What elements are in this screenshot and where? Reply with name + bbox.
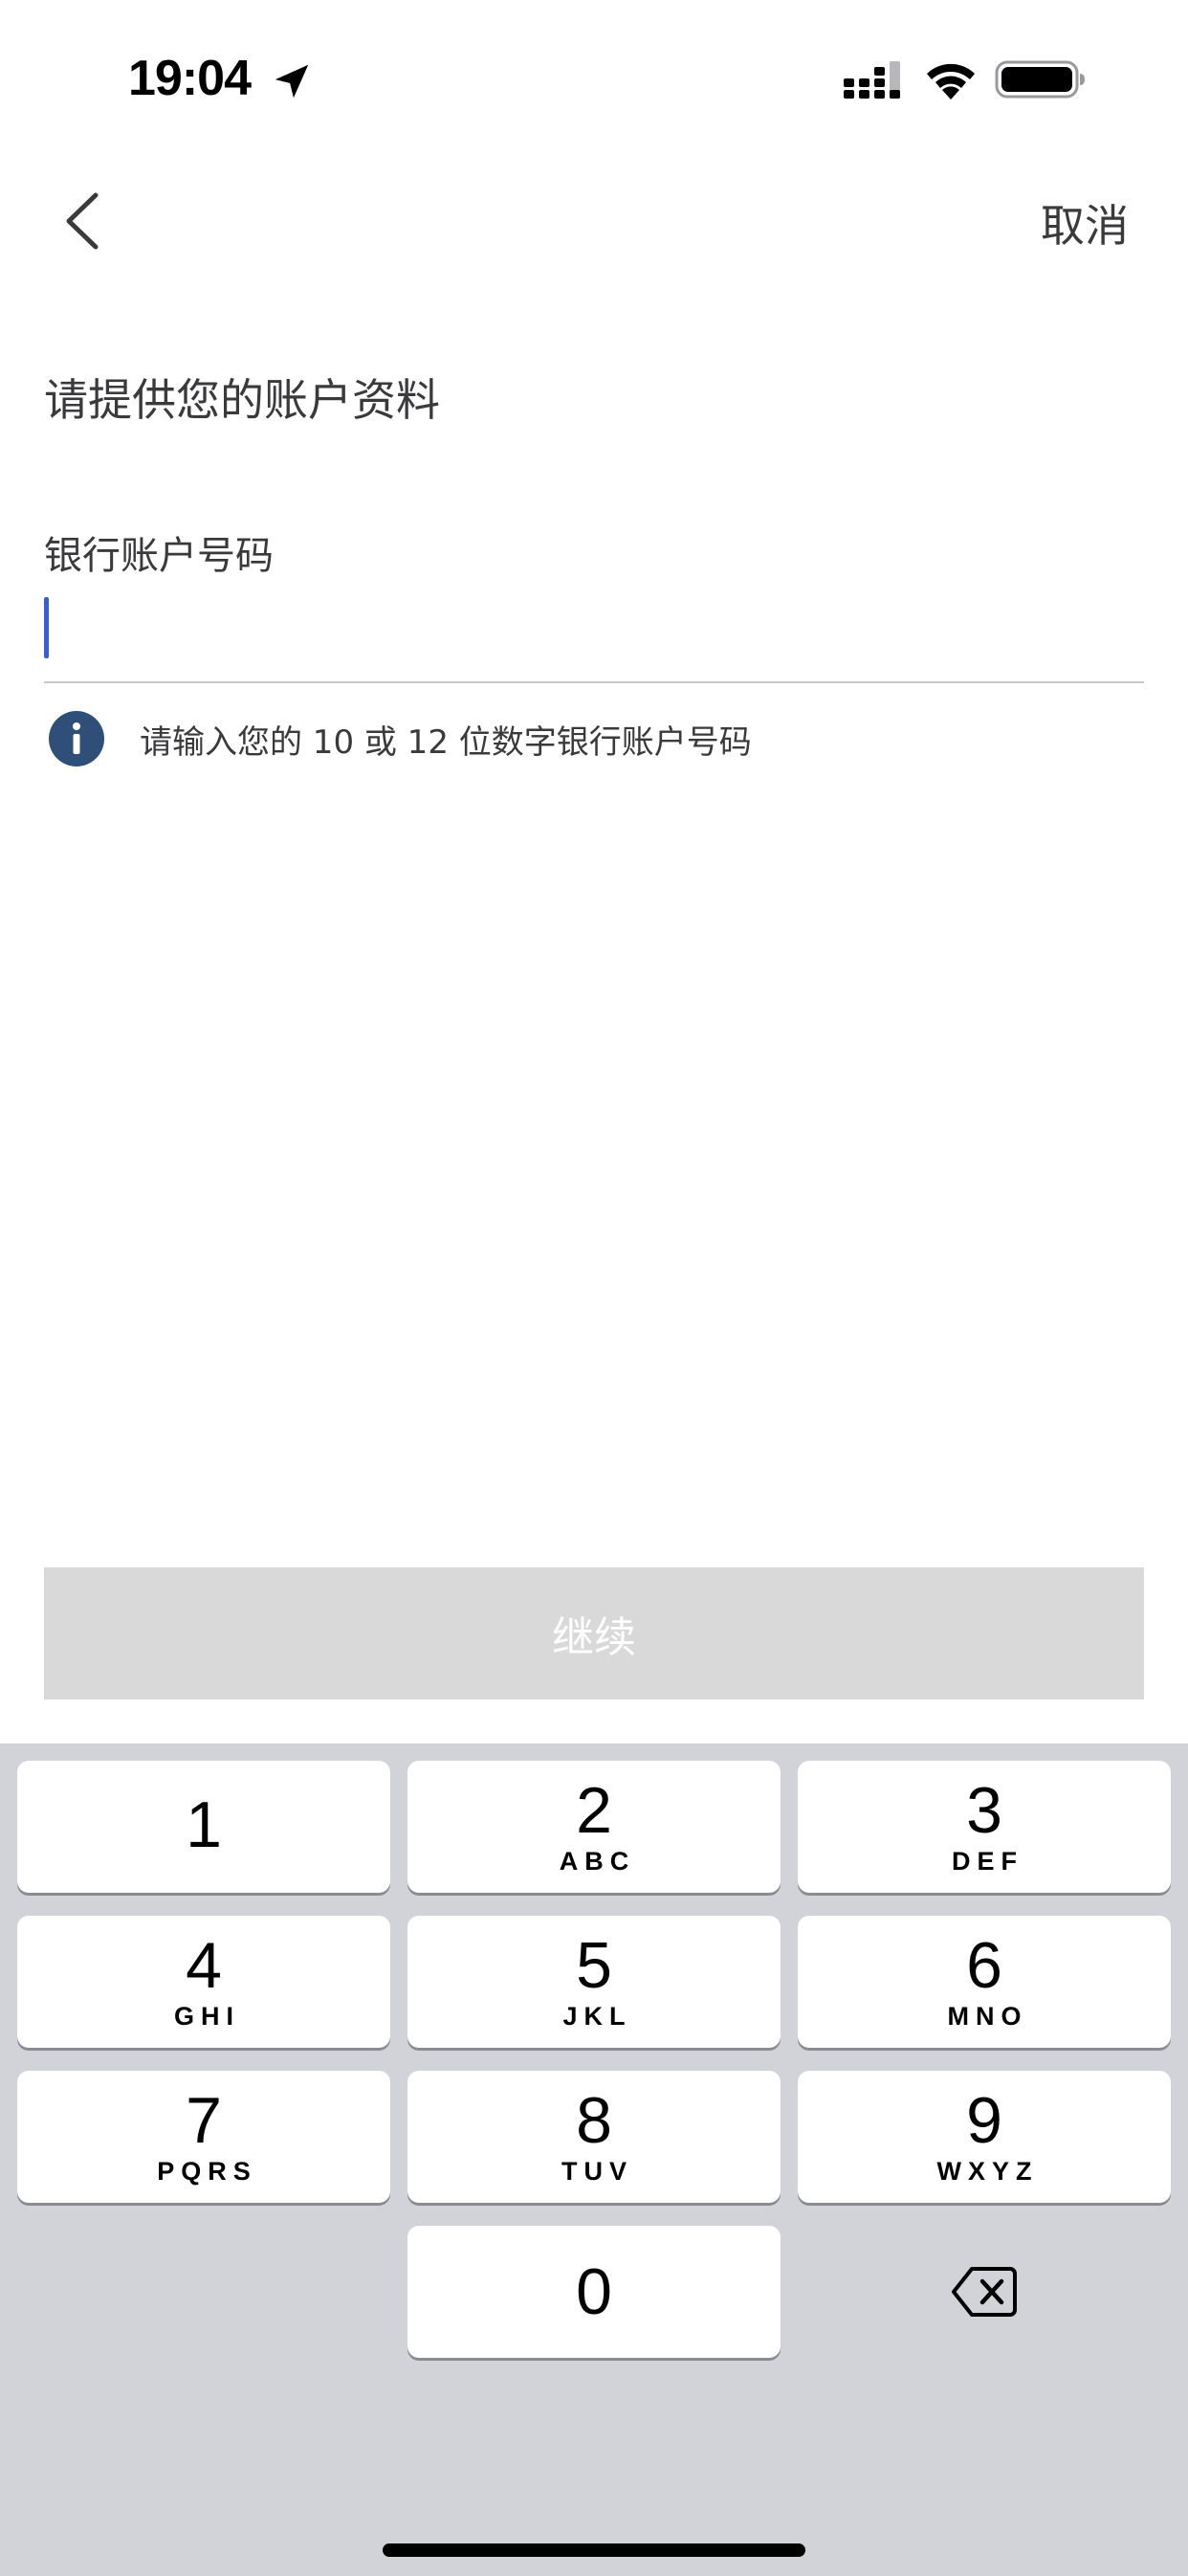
key-digit: 0 (576, 2255, 612, 2328)
key-letters: GHI (173, 2001, 240, 2031)
account-number-field[interactable] (44, 589, 1144, 683)
battery-icon (995, 60, 1085, 99)
key-letters: PQRS (157, 2156, 257, 2186)
cancel-button[interactable]: 取消 (1041, 191, 1129, 255)
key-6[interactable]: 6 MNO (798, 1916, 1171, 2048)
key-letters: JKL (562, 2001, 632, 2031)
status-bar: 19:04 (0, 0, 1188, 153)
key-letters: WXYZ (936, 2156, 1039, 2186)
hint-text: 请输入您的 10 或 12 位数字银行账户号码 (140, 722, 752, 762)
numeric-keypad: 1 2 ABC 3 DEF 4 GHI 5 JKL 6 MNO 7 PQRS 8… (0, 1743, 1188, 2576)
info-icon (49, 711, 104, 766)
continue-button[interactable]: 继续 (44, 1567, 1144, 1699)
key-0[interactable]: 0 (407, 2226, 781, 2358)
key-digit: 8 (576, 2083, 612, 2157)
wifi-icon (927, 63, 975, 100)
key-8[interactable]: 8 TUV (407, 2071, 781, 2203)
key-5[interactable]: 5 JKL (407, 1916, 781, 2048)
location-arrow-icon (275, 64, 309, 99)
key-digit: 1 (186, 1788, 222, 1861)
backspace-icon (952, 2267, 1017, 2317)
key-3[interactable]: 3 DEF (798, 1761, 1171, 1893)
key-2[interactable]: 2 ABC (407, 1761, 781, 1893)
home-indicator (383, 2543, 805, 2557)
key-9[interactable]: 9 WXYZ (798, 2071, 1171, 2203)
key-7[interactable]: 7 PQRS (17, 2071, 390, 2203)
page-title: 请提供您的账户资料 (44, 374, 440, 426)
key-digit: 6 (966, 1928, 1002, 2002)
key-letters: TUV (561, 2156, 633, 2186)
cellular-signal-icon (844, 61, 900, 99)
account-number-label: 银行账户号码 (44, 534, 274, 578)
chevron-left-icon (66, 192, 99, 250)
key-digit: 9 (966, 2083, 1002, 2157)
account-hint: 请输入您的 10 或 12 位数字银行账户号码 (48, 708, 752, 769)
key-letters: DEF (952, 1846, 1023, 1876)
key-4[interactable]: 4 GHI (17, 1916, 390, 2048)
key-letters: MNO (947, 2001, 1028, 2031)
back-button[interactable] (54, 188, 111, 255)
delete-key[interactable] (798, 2226, 1171, 2358)
key-1[interactable]: 1 (17, 1761, 390, 1893)
key-letters: ABC (559, 1846, 636, 1876)
key-digit: 3 (966, 1773, 1002, 1847)
status-time: 19:04 (128, 51, 252, 106)
text-caret (44, 597, 49, 658)
key-digit: 4 (186, 1928, 222, 2002)
account-number-input[interactable] (44, 589, 1144, 674)
key-digit: 2 (576, 1773, 612, 1847)
key-digit: 7 (186, 2083, 222, 2157)
key-digit: 5 (576, 1928, 612, 2002)
